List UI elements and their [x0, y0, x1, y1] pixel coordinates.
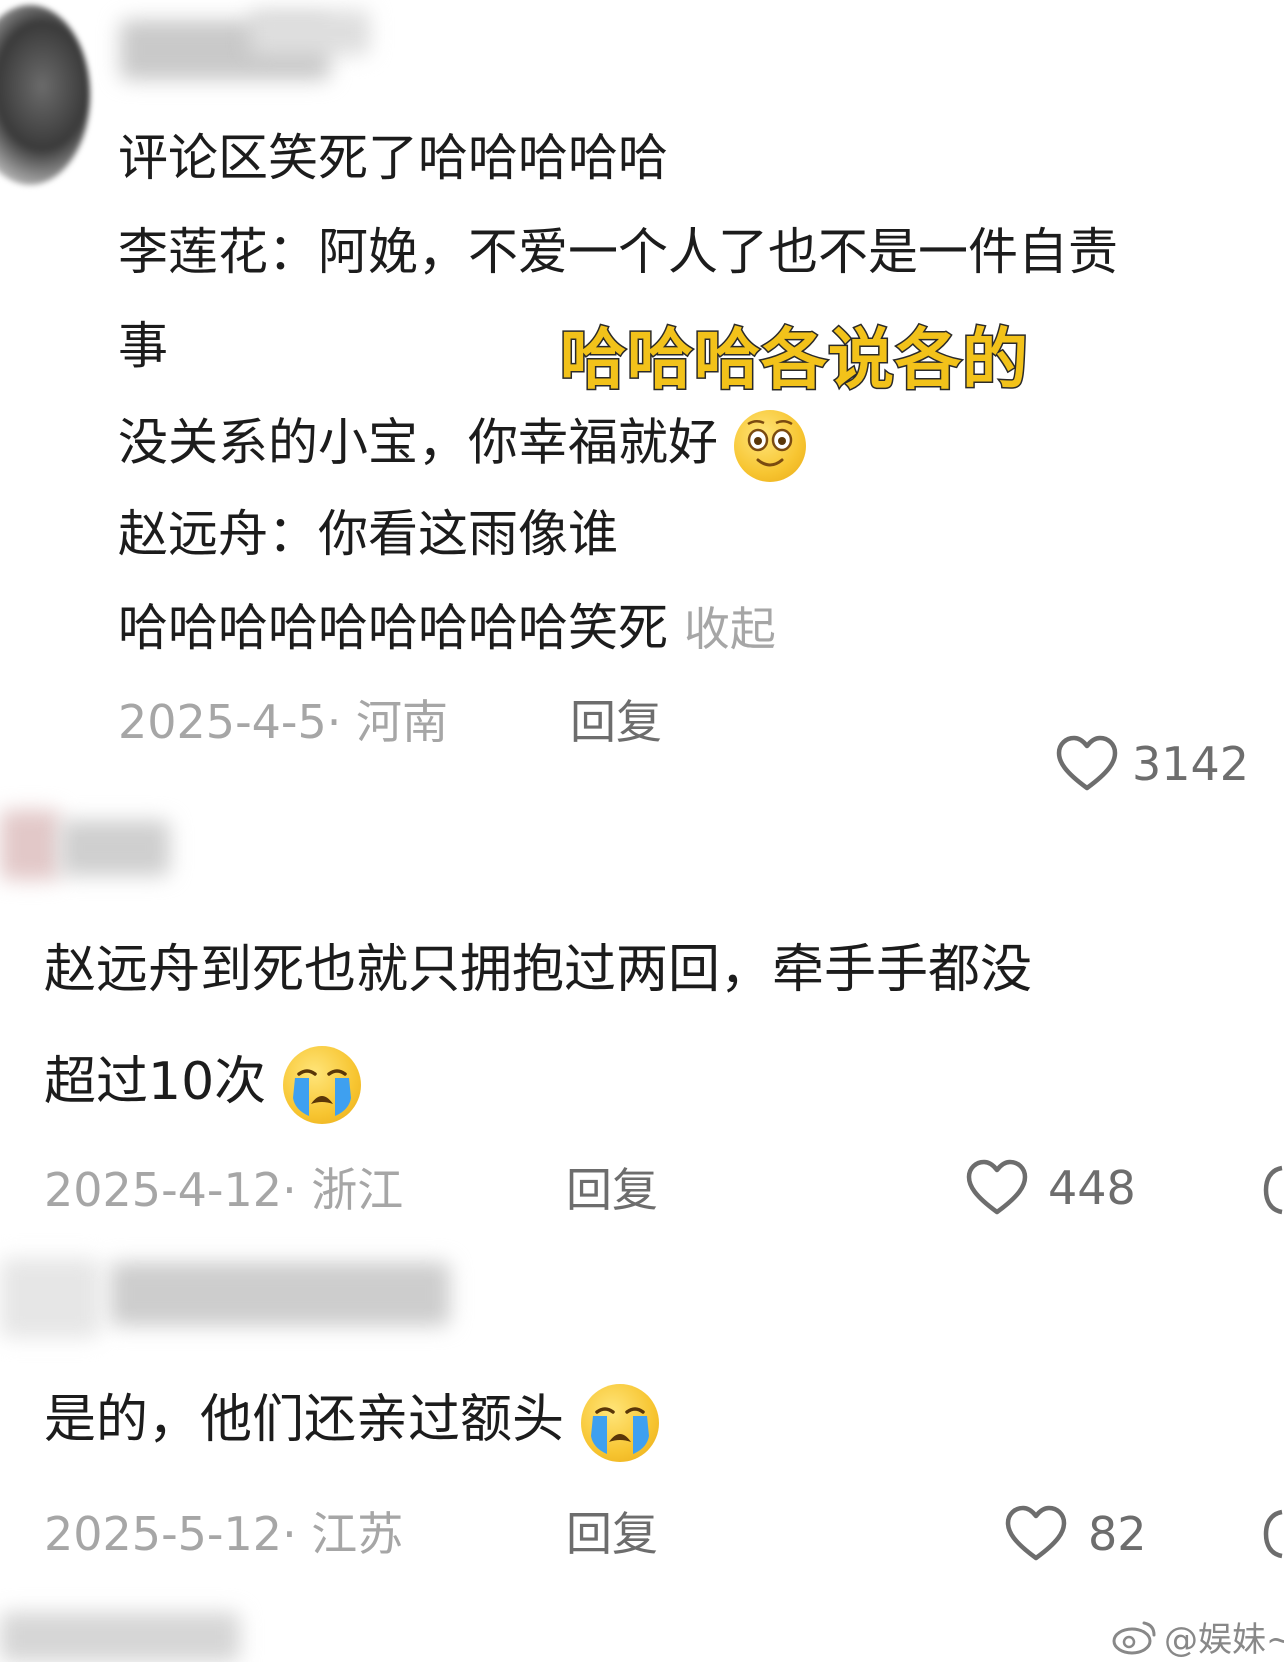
reply-button[interactable]: 回复: [566, 1506, 658, 1562]
smiling-face-icon: [733, 410, 806, 482]
comment-text: 是的，他们还亲过额头: [44, 1390, 565, 1450]
comment-text-line: 赵远舟到死也就只拥抱过两回，牵手手都没: [44, 940, 1033, 1000]
dislike-icon[interactable]: [1262, 1504, 1284, 1564]
weibo-logo-icon: [1112, 1621, 1156, 1654]
comment-date-location: 2025-5-12· 江苏: [44, 1507, 404, 1561]
collapse-button[interactable]: 收起: [684, 602, 776, 656]
username-blurred: [60, 820, 170, 876]
comment-text: 哈哈哈哈哈哈哈哈哈笑死: [118, 599, 668, 657]
avatar[interactable]: [0, 5, 90, 185]
watermark-text: @娱妹~: [1164, 1620, 1284, 1660]
username-blurred: [0, 1612, 240, 1662]
loudly-crying-face-icon: [282, 1046, 361, 1124]
comment-text-line: 事: [118, 317, 168, 375]
username-blurred: [250, 10, 370, 55]
comment-text: 没关系的小宝，你幸福就好: [118, 413, 718, 472]
comment-text-line: 李莲花：阿娩，不爱一个人了也不是一件自责: [118, 223, 1118, 281]
overlay-caption: 哈哈哈各说各的: [559, 320, 1030, 400]
comment-text: 超过10次: [44, 1052, 267, 1112]
heart-icon[interactable]: [1055, 734, 1119, 794]
username-blurred[interactable]: [0, 810, 60, 880]
loudly-crying-face-icon: [580, 1384, 659, 1462]
heart-icon[interactable]: [1004, 1504, 1068, 1564]
comment-text-line: 赵远舟：你看这雨像谁: [118, 505, 618, 563]
comment-text-line: 哈哈哈哈哈哈哈哈哈笑死 收起: [118, 598, 776, 659]
comment-text-line: 是的，他们还亲过额头: [44, 1384, 659, 1462]
comment-text-line: 超过10次: [44, 1046, 361, 1124]
reply-button[interactable]: 回复: [570, 694, 662, 750]
comment-date-location: 2025-4-12· 浙江: [44, 1163, 404, 1217]
watermark: @娱妹~: [1110, 1612, 1284, 1661]
reply-button[interactable]: 回复: [566, 1162, 658, 1218]
username-blurred[interactable]: [0, 1258, 100, 1338]
comment-date-location: 2025-4-5· 河南: [118, 695, 449, 749]
comment-text-line: 评论区笑死了哈哈哈哈哈: [118, 129, 668, 187]
like-count: 82: [1088, 1507, 1147, 1561]
comment-text-line: 没关系的小宝，你幸福就好: [118, 410, 806, 482]
like-count: 3142: [1132, 737, 1250, 791]
heart-icon[interactable]: [965, 1158, 1029, 1218]
dislike-icon[interactable]: [1262, 1160, 1284, 1220]
like-count: 448: [1048, 1161, 1136, 1215]
username-blurred: [110, 1262, 450, 1326]
